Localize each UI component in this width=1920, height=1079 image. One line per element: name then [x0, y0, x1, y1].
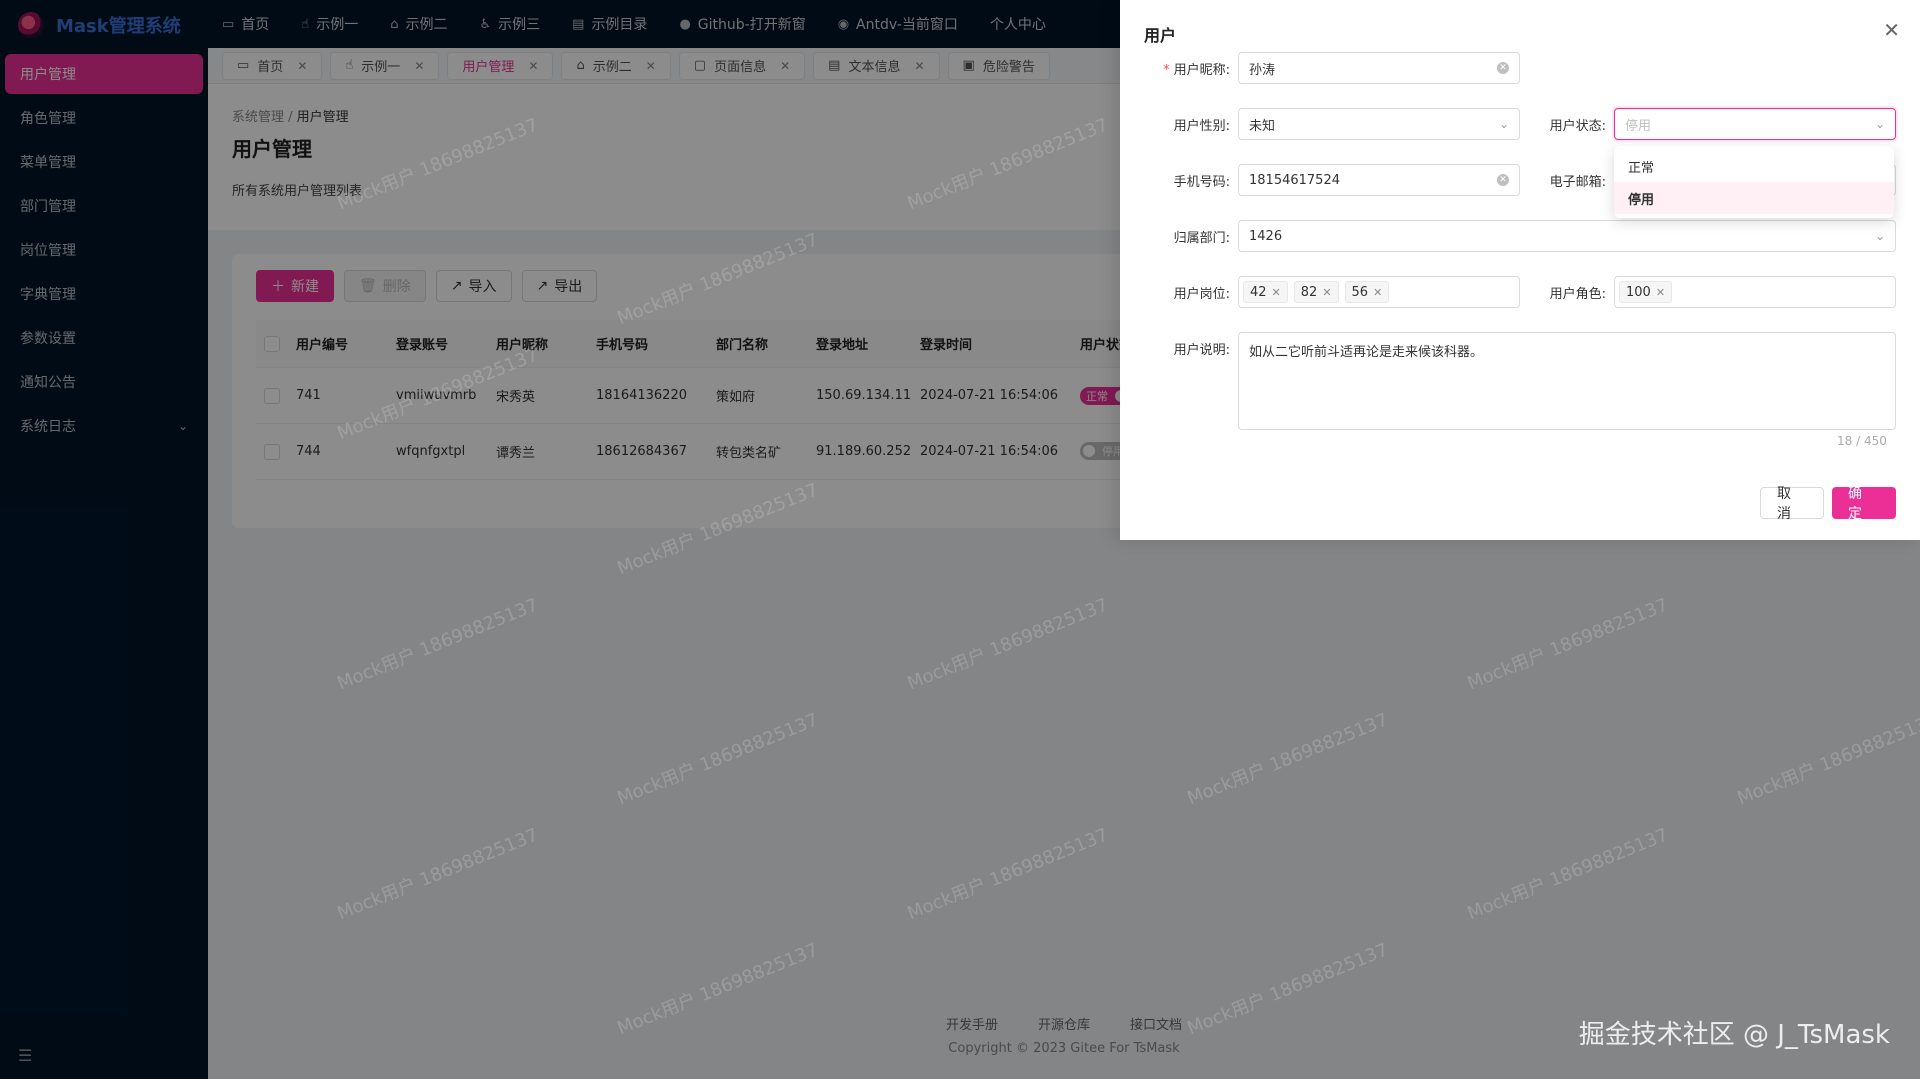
dept-value: 1426	[1249, 228, 1283, 244]
posts-multi-select[interactable]: 42 ✕ 82 ✕ 56 ✕	[1238, 276, 1520, 308]
clear-icon[interactable]: ✕	[1497, 62, 1509, 74]
close-icon[interactable]: ✕	[1322, 286, 1331, 299]
cancel-button[interactable]: 取 消	[1760, 486, 1824, 522]
phone-label: 手机号码:	[1173, 175, 1230, 190]
gender-value: 未知	[1249, 118, 1276, 134]
close-icon[interactable]: ✕	[1373, 286, 1382, 299]
status-placeholder: 停用	[1625, 118, 1652, 134]
nickname-label-text: 用户昵称:	[1173, 63, 1230, 78]
nickname-input[interactable]: 孙涛 ✕	[1238, 52, 1520, 84]
phone-input[interactable]: 18154617524 ✕	[1238, 164, 1520, 196]
drawer-title: 用户	[1144, 26, 1177, 45]
nickname-value: 孙涛	[1249, 62, 1276, 78]
email-label: 电子邮箱:	[1549, 175, 1606, 190]
chevron-down-icon: ⌄	[1874, 117, 1885, 131]
roles-label: 用户角色:	[1549, 287, 1606, 302]
user-drawer: 用户 ✕ * 用户昵称: 孙涛 ✕ 用户性别: 未知 ⌄ 用户状态: 停用 ⌄ 手…	[1120, 0, 1920, 540]
close-icon[interactable]: ✕	[1883, 18, 1900, 42]
post-tag: 82 ✕	[1293, 281, 1339, 303]
chevron-down-icon: ⌄	[1874, 229, 1885, 243]
confirm-button[interactable]: 确 定	[1832, 486, 1896, 522]
posts-label: 用户岗位:	[1173, 287, 1230, 302]
dept-tree-select[interactable]: 1426 ⌄	[1238, 220, 1896, 252]
close-icon[interactable]: ✕	[1656, 286, 1665, 299]
status-dropdown: 正常 停用	[1614, 146, 1894, 218]
roles-multi-select[interactable]: 100 ✕	[1614, 276, 1896, 308]
post-tag-label: 82	[1300, 284, 1318, 300]
remark-counter: 18 / 450	[1837, 434, 1887, 448]
status-select[interactable]: 停用 ⌄	[1614, 108, 1896, 140]
status-option-disabled[interactable]: 停用	[1614, 182, 1894, 214]
role-tag-label: 100	[1626, 284, 1651, 300]
status-option-normal[interactable]: 正常	[1614, 150, 1894, 182]
post-tag-label: 56	[1351, 284, 1369, 300]
corner-watermark: 掘金技术社区 @ J_TsMask	[1578, 1020, 1890, 1050]
post-tag-label: 42	[1250, 284, 1267, 300]
remark-textarea[interactable]: 如从二它听前斗适再论是走来候该科器。	[1238, 332, 1896, 430]
remark-label: 用户说明:	[1173, 343, 1230, 358]
gender-label: 用户性别:	[1173, 119, 1230, 134]
gender-select[interactable]: 未知 ⌄	[1238, 108, 1520, 140]
post-tag: 56 ✕	[1344, 281, 1390, 303]
phone-value: 18154617524	[1249, 172, 1340, 188]
nickname-label: * 用户昵称:	[1120, 59, 1230, 78]
post-tag: 42 ✕	[1243, 281, 1288, 303]
dept-label: 归属部门:	[1173, 231, 1230, 246]
required-mark: *	[1163, 63, 1170, 78]
close-icon[interactable]: ✕	[1272, 286, 1281, 299]
status-label: 用户状态:	[1549, 119, 1606, 134]
role-tag: 100 ✕	[1619, 281, 1673, 303]
